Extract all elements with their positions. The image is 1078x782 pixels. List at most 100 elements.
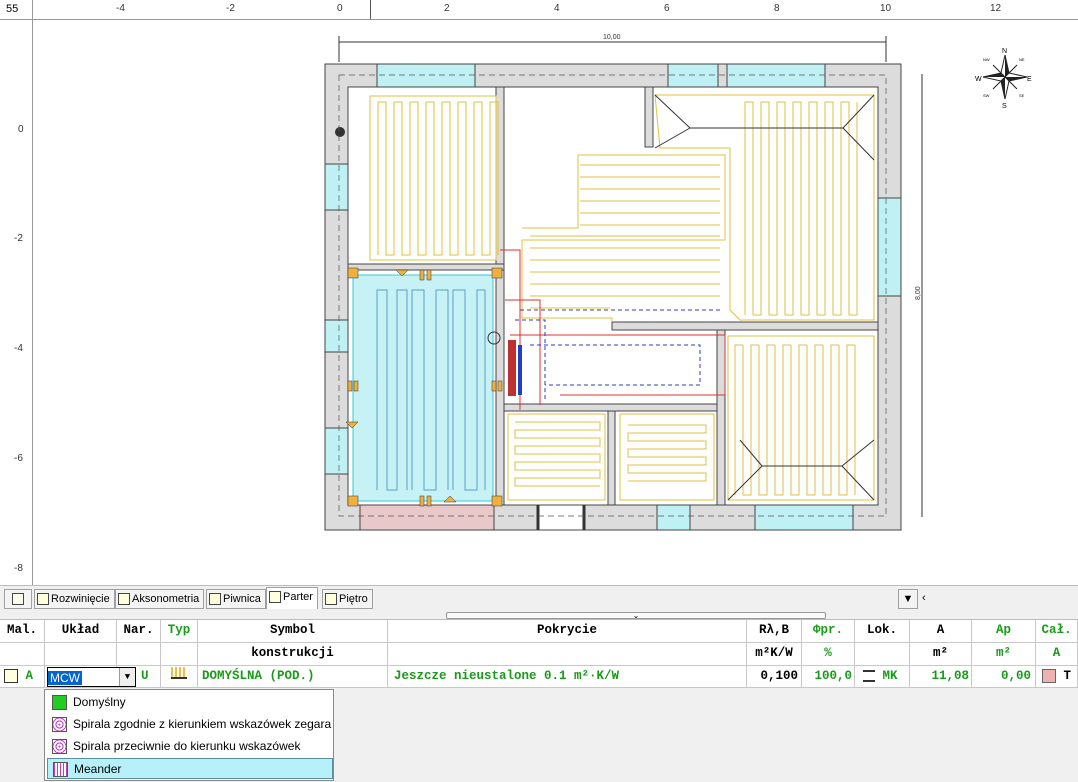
vertical-ruler: 0 -2 -4 -6 -8 xyxy=(0,20,33,585)
ruler-label: 10 xyxy=(880,3,892,14)
col-subheader xyxy=(388,643,747,666)
col-subheader xyxy=(161,643,198,666)
col-header-r: Rλ,B xyxy=(747,620,802,643)
svg-text:NW: NW xyxy=(983,57,990,62)
col-header-pokrycie: Pokrycie xyxy=(388,620,747,643)
dropdown-item-label: Meander xyxy=(74,762,122,776)
ruler-label: -2 xyxy=(226,3,235,14)
tab-list-dropdown[interactable]: ▼ xyxy=(898,589,918,609)
col-header-phi: Φpr. xyxy=(802,620,855,643)
cell-r[interactable]: 0,100 xyxy=(747,666,802,688)
col-unit-phi: % xyxy=(802,643,855,666)
tab-rozwiniecie[interactable]: Rozwinięcie xyxy=(34,589,115,609)
ruler-label: 2 xyxy=(444,3,450,14)
ruler-label: -2 xyxy=(14,233,23,244)
ruler-label: 6 xyxy=(664,3,670,14)
dropdown-item-meander[interactable]: Meander xyxy=(47,758,333,779)
svg-text:SW: SW xyxy=(983,93,990,98)
meander-icon xyxy=(53,762,68,777)
cell-cal-value: T xyxy=(1063,669,1072,683)
dropdown-item-label: Domyślny xyxy=(73,695,126,709)
svg-text:NE: NE xyxy=(1019,57,1025,62)
col-subheader xyxy=(855,643,910,666)
tab-icon xyxy=(37,593,49,606)
spiral-ccw-icon xyxy=(52,739,67,754)
col-header-mal: Mal. xyxy=(0,620,45,643)
tab-aksonometria[interactable]: Aksonometria xyxy=(115,589,205,609)
cell-phi[interactable]: 100,0 xyxy=(802,666,855,688)
cell-ap[interactable]: 0,00 xyxy=(972,666,1036,688)
tab-label: Rozwinięcie xyxy=(51,593,110,605)
floor-type-icon xyxy=(171,667,187,679)
cell-uklad[interactable]: MCW ▼ xyxy=(45,666,136,688)
ruler-corner: 55 xyxy=(0,0,33,20)
tab-label: Aksonometria xyxy=(132,593,200,605)
panel-splitter[interactable]: ⌄ xyxy=(0,612,1078,620)
splitter-handle[interactable]: ⌄ xyxy=(446,611,826,620)
dimension-height: 8,00 xyxy=(915,286,922,300)
drawing-canvas[interactable]: 10,00 8,00 N S E W NE NW SE SW xyxy=(33,20,1078,585)
cell-nar[interactable]: U xyxy=(117,666,161,688)
dropdown-item-spiral-ccw[interactable]: Spirala przeciwnie do kierunku wskazówek… xyxy=(47,736,333,774)
tab-pietro[interactable]: Piętro xyxy=(322,589,373,609)
dropdown-item-domyslny[interactable]: Domyślny xyxy=(47,692,333,713)
cell-pokrycie[interactable]: Jeszcze nieustalone 0.1 m²·K/W xyxy=(388,666,747,688)
ruler-label: 4 xyxy=(554,3,560,14)
tab-label: Piwnica xyxy=(223,593,261,605)
dropdown-item-label: Spirala zgodnie z kierunkiem wskazówek z… xyxy=(73,717,332,731)
col-subheader xyxy=(117,643,161,666)
tab-label: Piętro xyxy=(339,593,368,605)
ruler-label: -8 xyxy=(14,563,23,574)
col-header-uklad: Układ xyxy=(45,620,117,643)
view-tabbar: Rozwinięcie Aksonometria Piwnica Parter … xyxy=(0,585,1078,612)
construction-table: Mal. Układ Nar. Typ Symbol Pokrycie Rλ,B… xyxy=(0,620,1078,688)
cell-mal[interactable]: A xyxy=(0,666,45,688)
green-square-icon xyxy=(52,695,67,710)
horizontal-scrollbar[interactable]: ‹ xyxy=(920,589,1078,609)
col-header-symbol: Symbol xyxy=(198,620,388,643)
ruler-label: -6 xyxy=(14,453,23,464)
col-header-a: A xyxy=(910,620,972,643)
cell-lok[interactable]: MK xyxy=(855,666,910,688)
tab-icon xyxy=(118,593,130,606)
cell-typ[interactable] xyxy=(161,666,198,688)
col-unit-a: m² xyxy=(910,643,972,666)
dimension-width: 10,00 xyxy=(603,34,621,41)
tab-parter[interactable]: Parter xyxy=(266,587,318,609)
ruler-label: -4 xyxy=(14,343,23,354)
layout-dropdown-list: Domyślny Spirala zgodnie z kierunkiem ws… xyxy=(44,689,334,781)
tab-icon xyxy=(325,593,337,606)
chevron-left-icon: ‹ xyxy=(922,592,926,604)
svg-text:E: E xyxy=(1027,76,1032,83)
col-subheader-konstrukcji: konstrukcji xyxy=(198,643,388,666)
col-unit-cal: A xyxy=(1036,643,1078,666)
col-header-lok: Lok. xyxy=(855,620,910,643)
cell-symbol[interactable]: DOMYŚLNA (POD.) xyxy=(198,666,388,688)
tab-piwnica[interactable]: Piwnica xyxy=(206,589,266,609)
cell-a[interactable]: 11,08 xyxy=(910,666,972,688)
col-unit-ap: m² xyxy=(972,643,1036,666)
chevron-down-icon: ⌄ xyxy=(632,611,640,620)
location-icon xyxy=(863,669,875,682)
svg-text:N: N xyxy=(1002,48,1007,55)
col-header-typ: Typ xyxy=(161,620,198,643)
cell-mal-value: A xyxy=(25,669,34,683)
compass-icon: N S E W NE NW SE SW xyxy=(975,48,1032,110)
col-header-nar: Nar. xyxy=(117,620,161,643)
tab-icon xyxy=(209,593,221,606)
tab-icon xyxy=(269,591,281,604)
svg-text:SE: SE xyxy=(1019,93,1025,98)
cell-cal[interactable]: T xyxy=(1036,666,1078,688)
floor-plan: 10,00 8,00 N S E W NE NW SE SW xyxy=(324,34,1032,531)
scroll-tabs-icon xyxy=(12,593,24,606)
ruler-label: 12 xyxy=(990,3,1002,14)
col-subheader xyxy=(45,643,117,666)
dropdown-item-spiral-cw[interactable]: Spirala zgodnie z kierunkiem wskazówek z… xyxy=(47,714,333,735)
tab-scroll-icon[interactable] xyxy=(4,589,32,609)
ruler-label: 0 xyxy=(18,124,24,135)
col-header-cal: Cał. xyxy=(1036,620,1078,643)
pencil-icon xyxy=(4,668,18,683)
color-swatch-icon xyxy=(1042,668,1056,683)
horizontal-ruler: -4 -2 0 2 4 6 8 10 12 xyxy=(33,0,1078,20)
svg-text:S: S xyxy=(1002,103,1007,110)
